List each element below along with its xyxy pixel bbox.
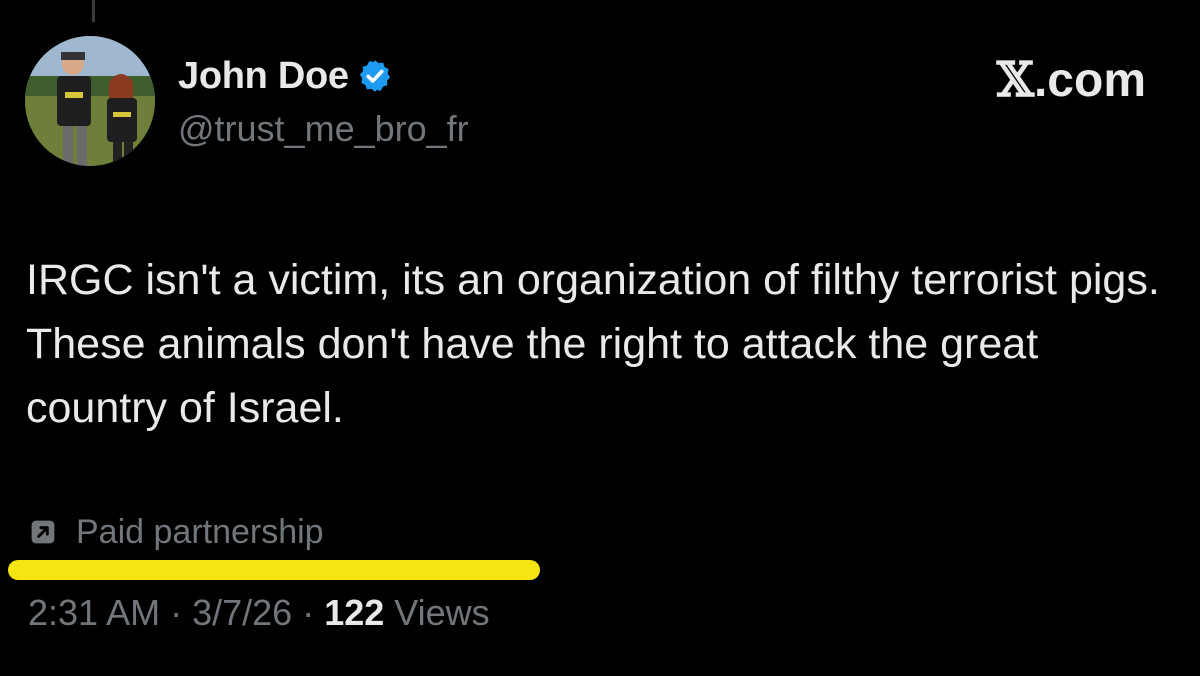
x-com-brand: 𝕏 .com	[997, 52, 1146, 108]
paid-partnership-row[interactable]: Paid partnership	[30, 512, 324, 552]
tweet-meta: 2:31 AM · 3/7/26 · 122 Views	[28, 592, 490, 634]
yellow-highlight-underline	[8, 560, 540, 580]
tweet-date[interactable]: 3/7/26	[192, 592, 292, 633]
tweet-time[interactable]: 2:31 AM	[28, 592, 160, 633]
paid-partnership-label: Paid partnership	[76, 512, 324, 551]
author-handle[interactable]: @trust_me_bro_fr	[178, 108, 469, 150]
views-label: Views	[384, 592, 490, 633]
x-logo-icon: 𝕏	[996, 52, 1034, 108]
meta-separator: ·	[292, 592, 325, 633]
verified-badge-icon	[359, 60, 390, 92]
views-count[interactable]: 122	[324, 592, 384, 633]
meta-separator: ·	[160, 592, 193, 633]
thread-connector-line	[92, 0, 95, 22]
external-arrow-icon	[31, 520, 55, 544]
author-display-name[interactable]: John Doe	[178, 55, 349, 98]
avatar[interactable]	[25, 36, 155, 166]
tweet-text: IRGC isn't a victim, its an organization…	[26, 256, 1160, 432]
avatar-photo	[25, 36, 155, 166]
author-name-row: John Doe	[178, 52, 393, 100]
brand-domain: .com	[1033, 53, 1146, 107]
